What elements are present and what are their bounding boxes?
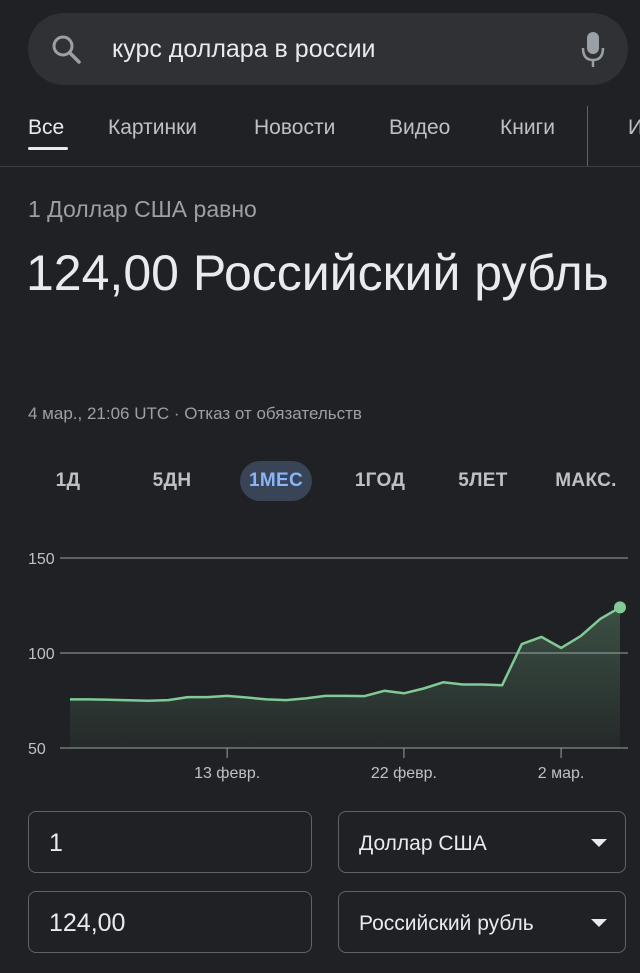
y-tick-label: 150 [28, 551, 55, 568]
search-bar[interactable]: курс доллара в россии [28, 13, 628, 85]
range-1y[interactable]: 1ГОД [346, 461, 414, 501]
tab-books[interactable]: Книги [500, 116, 555, 140]
from-currency-value[interactable]: Доллар США [359, 832, 487, 856]
from-currency-select[interactable]: Доллар США [338, 811, 626, 873]
conversion-result: 124,00 Российский рубль [26, 245, 609, 301]
y-tick-label: 100 [28, 646, 55, 663]
latest-point [614, 601, 626, 614]
tab-news[interactable]: Новости [254, 116, 335, 140]
to-currency-select[interactable]: Российский рубль [338, 891, 626, 953]
search-tabs: Все Картинки Новости Видео Книги И [0, 100, 640, 167]
conversion-label: 1 Доллар США равно [28, 196, 257, 222]
series-area [70, 607, 620, 748]
microphone-icon[interactable] [580, 30, 606, 68]
tab-more[interactable]: И [628, 116, 640, 140]
tab-video[interactable]: Видео [389, 116, 450, 140]
rate-timestamp: 4 мар., 21:06 UTC · Отказ от обязательст… [28, 404, 362, 424]
to-currency-value[interactable]: Российский рубль [359, 912, 534, 936]
x-tick-label: 13 февр. [194, 765, 260, 782]
range-5y[interactable]: 5ЛЕТ [449, 461, 517, 501]
to-amount-value[interactable]: 124,00 [49, 909, 125, 938]
to-amount-input[interactable]: 124,00 [28, 891, 312, 953]
from-amount-input[interactable]: 1 [28, 811, 312, 873]
range-5d[interactable]: 5ДН [136, 461, 208, 501]
from-amount-value[interactable]: 1 [49, 829, 63, 858]
search-icon[interactable] [50, 33, 82, 65]
y-tick-label: 50 [28, 741, 46, 758]
tab-all[interactable]: Все [28, 116, 64, 140]
range-max[interactable]: МАКС. [548, 461, 624, 501]
timestamp-text: 4 мар., 21:06 UTC [28, 404, 170, 423]
tab-divider [587, 106, 588, 166]
exchange-rate-chart[interactable]: 150 100 50 13 февр. 22 февр. 2 мар. [0, 540, 640, 790]
active-tab-indicator [28, 147, 68, 150]
disclaimer-link[interactable]: · Отказ от обязательств [169, 404, 362, 423]
dropdown-arrow-icon[interactable] [591, 839, 607, 847]
range-1d[interactable]: 1Д [36, 461, 100, 501]
range-1m[interactable]: 1МЕС [240, 461, 312, 501]
x-tick-label: 22 февр. [371, 765, 437, 782]
search-input[interactable]: курс доллара в россии [112, 35, 376, 64]
dropdown-arrow-icon[interactable] [591, 919, 607, 927]
tab-images[interactable]: Картинки [108, 116, 197, 140]
x-tick-label: 2 мар. [538, 765, 585, 782]
